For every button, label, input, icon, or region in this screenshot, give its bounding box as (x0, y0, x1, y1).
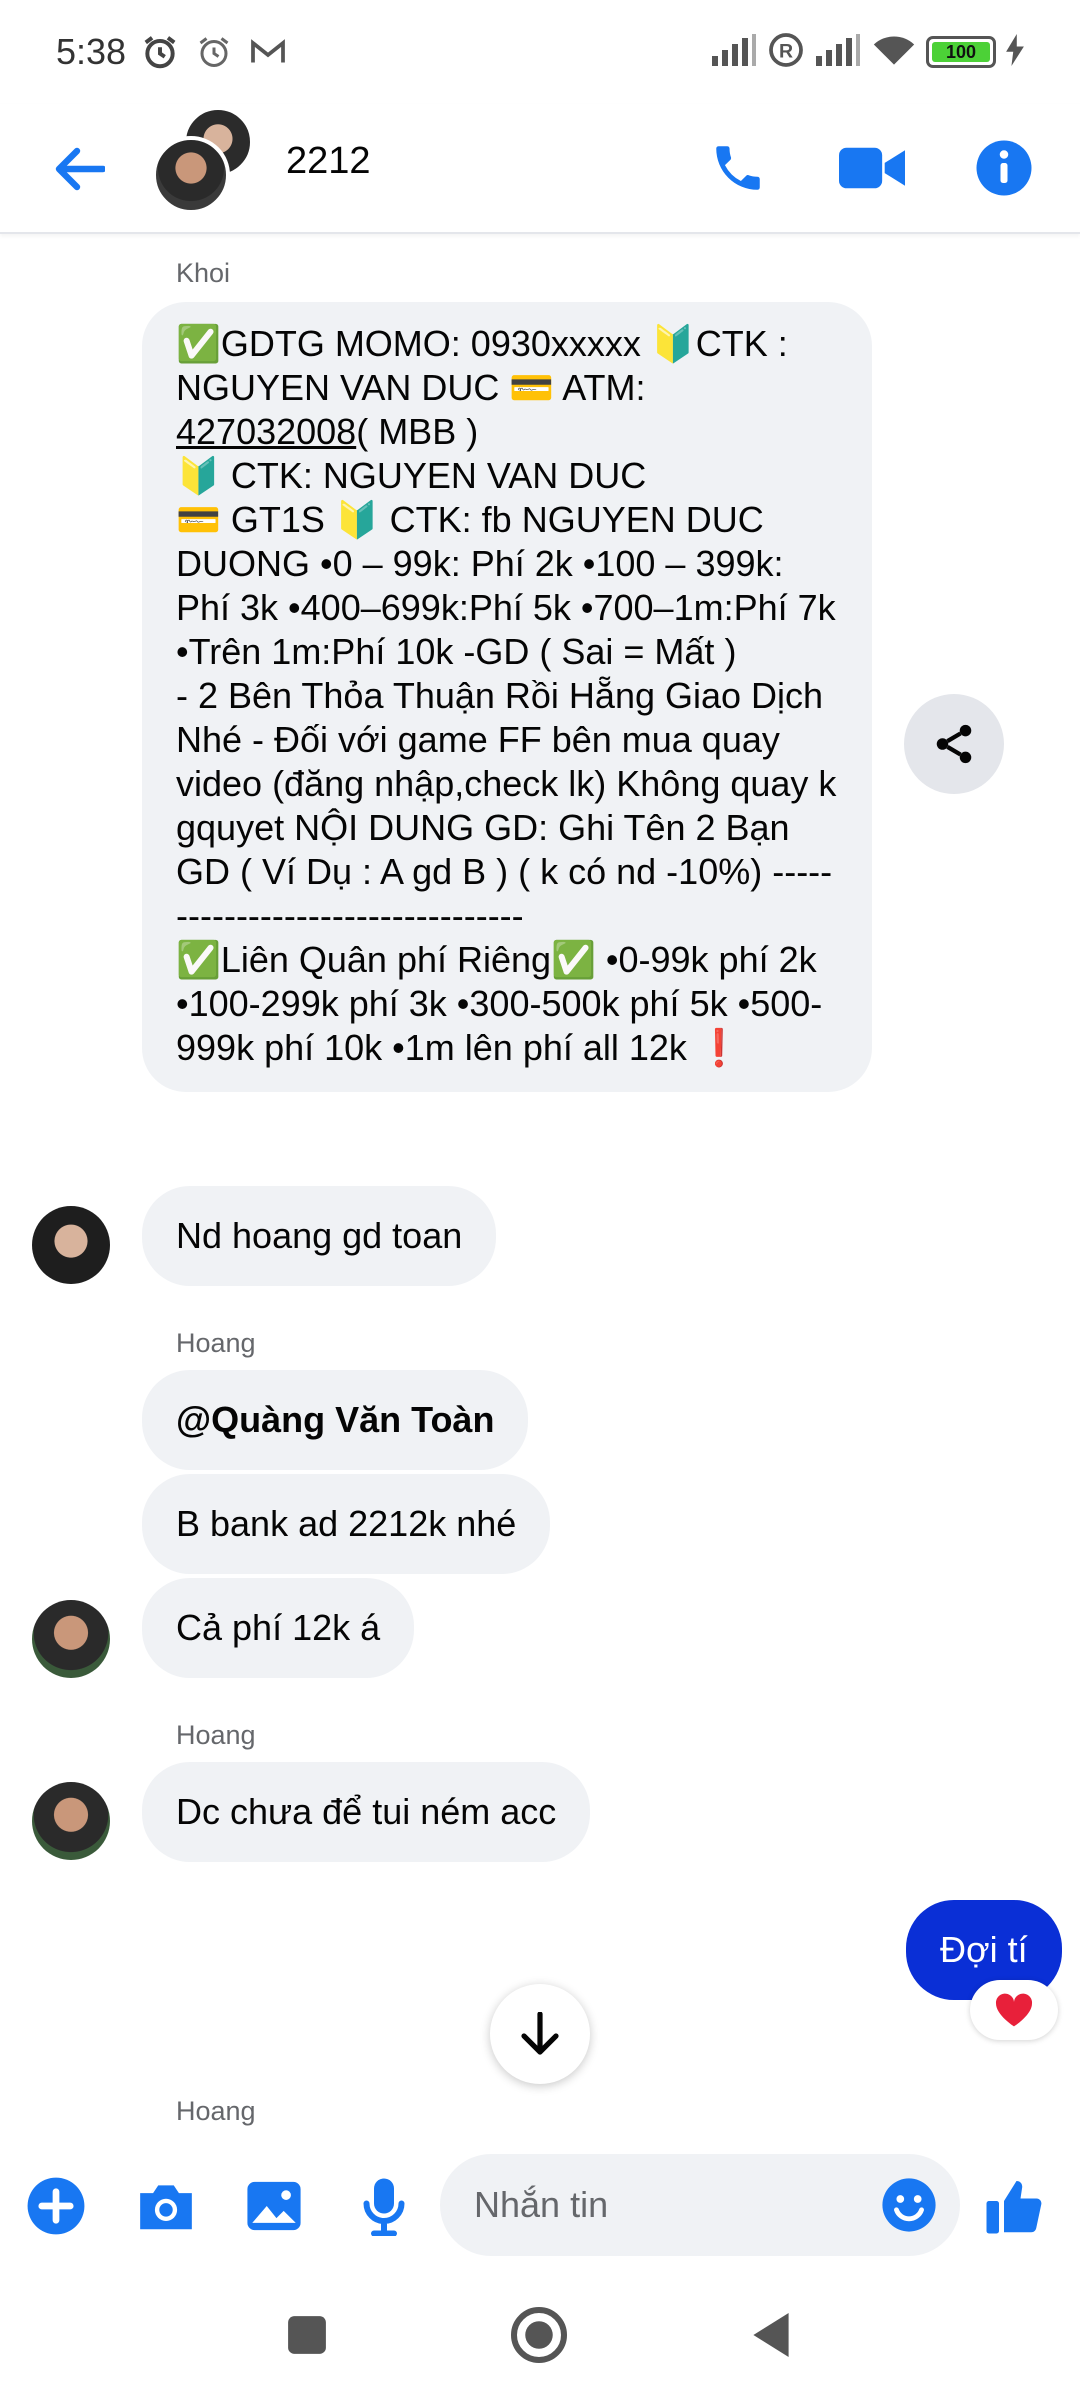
heart-icon (995, 1993, 1033, 2027)
clock-icon (194, 32, 234, 72)
share-icon (936, 724, 972, 764)
avatar[interactable] (32, 1206, 110, 1284)
signal-2-icon (814, 33, 862, 71)
alarm-icon (140, 32, 180, 72)
status-bar: 5:38 R 100 (0, 0, 1080, 104)
message-bubble[interactable]: B bank ad 2212k nhé (142, 1474, 551, 1574)
camera-icon (140, 2185, 192, 2230)
share-button[interactable] (904, 694, 1004, 794)
like-button[interactable] (976, 2168, 1052, 2244)
signal-icon (710, 33, 758, 71)
square-icon (288, 2316, 326, 2354)
back-nav-button[interactable] (726, 2290, 816, 2380)
avatar[interactable] (32, 1782, 110, 1860)
plus-icon (27, 2177, 85, 2235)
recents-button[interactable] (262, 2290, 352, 2380)
wifi-icon (872, 33, 916, 72)
gallery-icon (247, 2181, 301, 2231)
group-avatar[interactable] (152, 106, 262, 216)
back-button[interactable] (44, 134, 114, 204)
video-call-button[interactable] (834, 130, 910, 206)
status-time: 5:38 (56, 31, 127, 72)
emoji-button[interactable] (874, 2170, 944, 2240)
message-bubble[interactable]: Dc chưa để tui ném acc (142, 1762, 591, 1862)
video-camera-icon (839, 147, 905, 189)
charging-icon (1006, 33, 1024, 71)
voice-button[interactable] (346, 2168, 422, 2244)
avatar-member-2 (152, 136, 230, 214)
back-arrow-icon (55, 147, 105, 191)
battery-icon: 100 (926, 36, 996, 68)
battery-text: 100 (945, 41, 977, 62)
camera-button[interactable] (128, 2168, 204, 2244)
more-actions-button[interactable] (18, 2168, 94, 2244)
info-button[interactable] (966, 130, 1042, 206)
phone-icon (716, 146, 760, 190)
arrow-down-icon (521, 2012, 559, 2055)
gallery-button[interactable] (236, 2168, 312, 2244)
composer-bar (0, 2150, 1080, 2260)
triangle-back-icon (753, 2313, 789, 2357)
message-bubble[interactable]: Cả phí 12k á (142, 1578, 415, 1678)
reaction-badge[interactable] (970, 1980, 1058, 2040)
sender-name: Hoang (176, 2096, 256, 2126)
sender-name: Khoi (176, 258, 231, 288)
message-text: ( MBB ) 🔰 CTK: NGUYEN VAN DUC 💳 GT1S 🔰 C… (176, 411, 837, 1068)
chat-title[interactable]: 2212 (286, 140, 371, 183)
scroll-to-bottom-button[interactable] (490, 1984, 590, 2084)
message-text: ✅GDTG MOMO: 0930xxxxx 🔰CTK : NGUYEN VAN … (176, 323, 788, 408)
chat-header: 2212 (0, 104, 1080, 234)
roaming-icon: R (768, 32, 804, 73)
sender-name: Hoang (176, 1328, 256, 1358)
info-icon (976, 140, 1032, 196)
message-bubble-long[interactable]: ✅GDTG MOMO: 0930xxxxx 🔰CTK : NGUYEN VAN … (142, 302, 872, 1092)
thumbs-up-icon (986, 2181, 1042, 2234)
svg-text:R: R (779, 40, 793, 62)
navigation-bar (0, 2270, 1080, 2400)
account-number-link[interactable]: 427032008 (176, 411, 356, 452)
gmail-icon (248, 32, 288, 72)
message-bubble[interactable]: Nd hoang gd toan (142, 1186, 497, 1286)
home-button[interactable] (494, 2290, 584, 2380)
home-circle-icon (511, 2307, 567, 2363)
sender-name: Hoang (176, 1720, 256, 1750)
call-button[interactable] (700, 130, 776, 206)
microphone-icon (363, 2178, 405, 2236)
emoji-icon (882, 2178, 936, 2232)
avatar[interactable] (32, 1600, 110, 1678)
mention-bubble[interactable]: @Quàng Văn Toàn (142, 1370, 529, 1470)
